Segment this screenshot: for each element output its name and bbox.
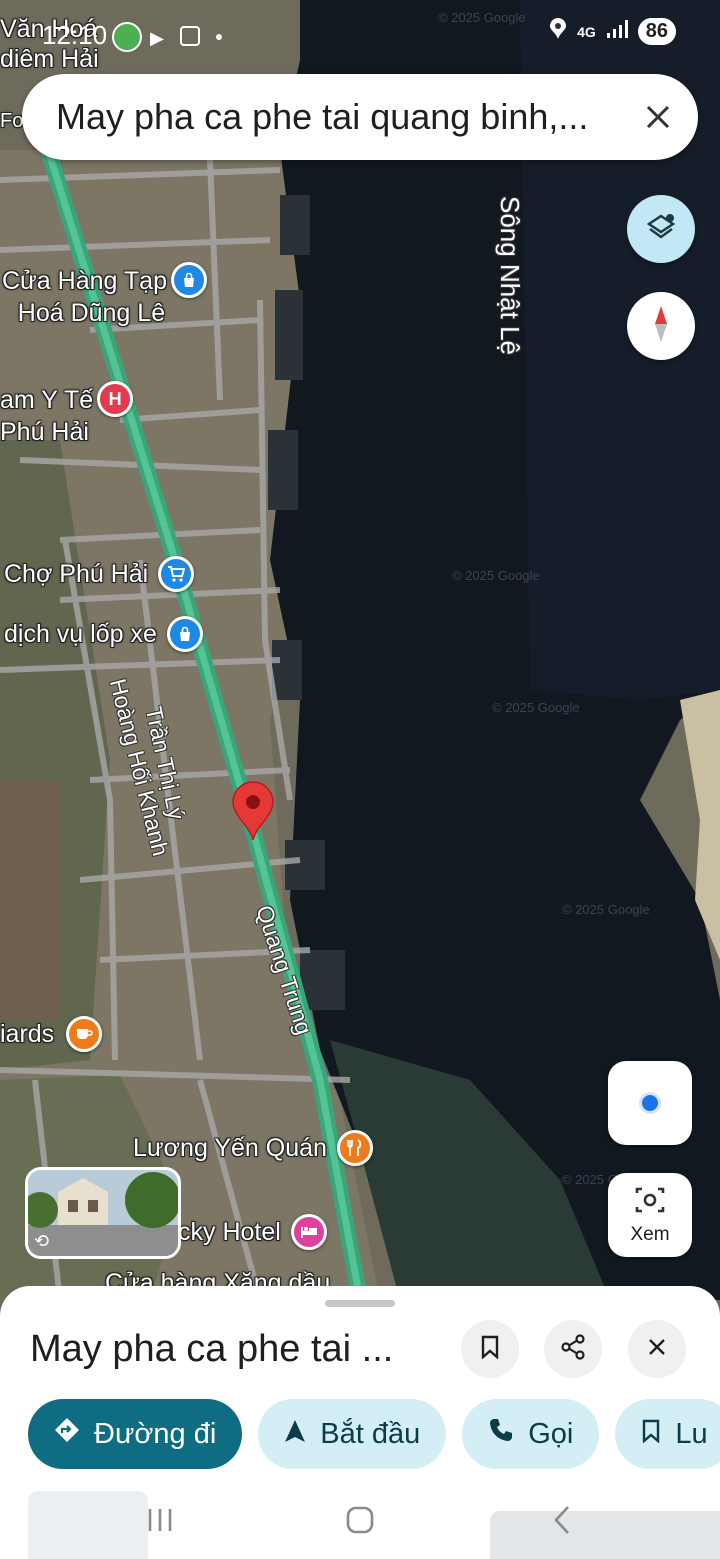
location-icon: [549, 18, 567, 45]
river-label: Sông Nhật Lệ: [495, 196, 525, 356]
action-chips: Đường đi Bắt đầu Gọi Lu: [28, 1399, 720, 1469]
explore-button[interactable]: Xem: [608, 1173, 692, 1257]
dot-icon: [216, 34, 222, 40]
app-notification-icon: [112, 22, 142, 52]
back-button[interactable]: [532, 1500, 592, 1540]
my-location-button[interactable]: [608, 1061, 692, 1145]
poi-label: dịch vụ lốp xe: [4, 619, 157, 648]
save-chip-button[interactable]: Lu: [615, 1399, 720, 1469]
hospital-icon: H: [97, 381, 134, 417]
share-button[interactable]: [544, 1320, 602, 1378]
poi-clinic[interactable]: am Y Tế Phú Hải H: [0, 381, 134, 448]
call-button[interactable]: Gọi: [462, 1399, 600, 1469]
directions-button[interactable]: Đường đi: [28, 1399, 243, 1469]
screenshot-icon: [180, 26, 200, 46]
layers-button[interactable]: [627, 195, 695, 263]
location-pin-icon[interactable]: [230, 780, 276, 847]
poi-label: cky Hotel: [178, 1217, 281, 1246]
compass-icon: [649, 304, 673, 349]
network-label: 4G: [577, 23, 596, 40]
phone-icon: [488, 1417, 514, 1451]
shopping-cart-icon: [158, 556, 195, 592]
system-nav-bar: [0, 1480, 720, 1559]
compass-button[interactable]: [627, 292, 695, 360]
poi-store-dung-le[interactable]: Cửa Hàng Tạp Hoá Dũng Lê: [2, 262, 207, 329]
my-location-icon: [639, 1092, 661, 1114]
shopping-bag-icon: [170, 262, 207, 298]
save-button[interactable]: [461, 1320, 519, 1378]
navigation-arrow-icon: [284, 1418, 306, 1451]
restaurant-icon: [336, 1130, 373, 1166]
place-title: May pha ca phe tai ...: [30, 1328, 394, 1370]
poi-label: am Y Tế Phú Hải: [0, 386, 94, 446]
status-bar: 12:10 ▶ 4G 86: [0, 18, 720, 58]
close-icon[interactable]: [618, 77, 698, 157]
poi-label: Lương Yến Quán: [133, 1133, 327, 1162]
directions-icon: [54, 1417, 80, 1451]
lens-icon: [634, 1185, 666, 1220]
svg-text:© 2025 Google: © 2025 Google: [452, 568, 540, 583]
start-label: Bắt đầu: [320, 1417, 421, 1450]
close-icon: [647, 1337, 667, 1362]
explore-label: Xem: [630, 1223, 670, 1245]
search-query[interactable]: May pha ca phe tai quang binh,...: [56, 96, 618, 138]
recent-apps-button[interactable]: [130, 1500, 190, 1540]
poi-tire[interactable]: dịch vụ lốp xe: [4, 616, 203, 652]
svg-text:© 2025 Google: © 2025 Google: [562, 902, 650, 917]
directions-label: Đường đi: [94, 1417, 217, 1450]
save-chip-label: Lu: [675, 1417, 708, 1450]
bookmark-icon: [480, 1335, 500, 1364]
start-button[interactable]: Bắt đầu: [258, 1399, 447, 1469]
hotel-icon: [290, 1214, 327, 1250]
street-view-icon: ⟲: [34, 1231, 50, 1251]
poi-label: Chợ Phú Hải: [4, 559, 149, 588]
close-sheet-button[interactable]: [628, 1320, 686, 1378]
poi-label: iards: [0, 1019, 55, 1048]
bookmark-icon: [641, 1418, 661, 1451]
poi-market[interactable]: Chợ Phú Hải: [4, 556, 195, 592]
drag-handle[interactable]: [325, 1300, 395, 1307]
poi-fo: Fo: [0, 106, 23, 137]
battery-indicator: 86: [637, 18, 676, 45]
call-label: Gọi: [528, 1417, 574, 1450]
poi-hotel[interactable]: cky Hotel: [178, 1214, 327, 1250]
share-icon: [560, 1333, 586, 1365]
poi-luong-yen[interactable]: Lương Yến Quán: [133, 1130, 373, 1166]
home-button[interactable]: [330, 1500, 390, 1540]
shopping-bag-icon: [166, 616, 203, 652]
youtube-icon: ▶: [150, 28, 164, 48]
svg-text:© 2025 Google: © 2025 Google: [492, 700, 580, 715]
poi-label: Cửa Hàng Tạp Hoá Dũng Lê: [2, 267, 167, 327]
poi-label: Fo: [0, 110, 24, 132]
street-view-thumbnail[interactable]: ⟲: [25, 1167, 181, 1259]
poi-billiards[interactable]: iards: [0, 1016, 103, 1052]
status-time: 12:10: [42, 20, 108, 50]
layers-icon: [644, 210, 678, 249]
cafe-icon: [66, 1016, 103, 1052]
signal-icon: [606, 19, 628, 44]
search-bar[interactable]: May pha ca phe tai quang binh,...: [22, 74, 698, 160]
